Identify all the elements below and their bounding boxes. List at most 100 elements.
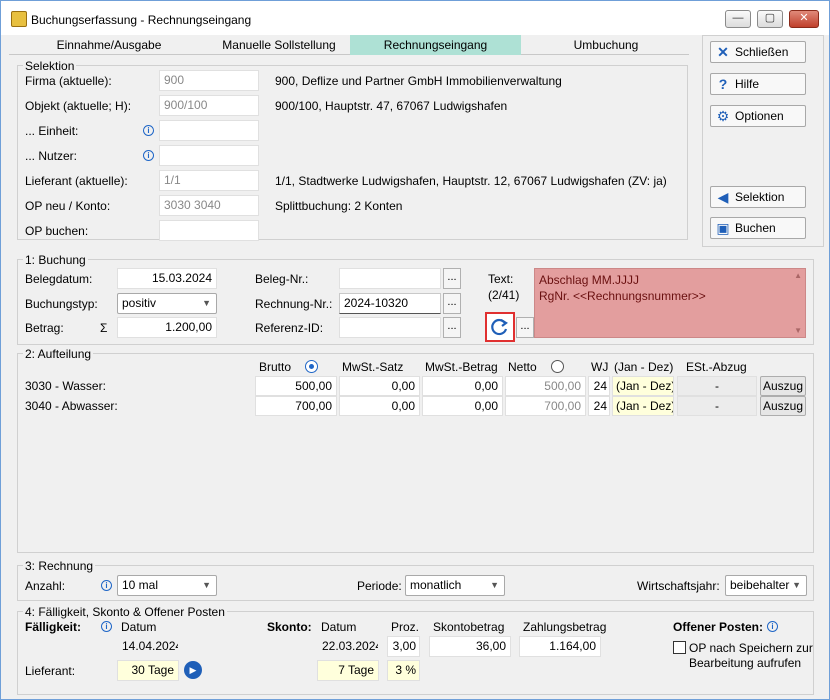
einheit-field[interactable]: [159, 120, 259, 141]
info-icon[interactable]: i: [767, 621, 778, 632]
tab-manuelle-sollstellung[interactable]: Manuelle Sollstellung: [209, 35, 349, 55]
aufteilung-row-2-betrag[interactable]: 0,00: [422, 396, 503, 416]
aufteilung-row-1-brutto[interactable]: 500,00: [255, 376, 337, 396]
firma-description: 900, Deflize und Partner GmbH Immobilien…: [275, 74, 562, 88]
side-panel: [702, 35, 824, 247]
betrag-label: Betrag:: [25, 321, 64, 335]
op-checkbox[interactable]: [673, 641, 686, 654]
auszug-button[interactable]: Auszug: [760, 396, 806, 416]
chevron-down-icon: ▼: [490, 580, 499, 590]
aufteilung-row-2-wj[interactable]: 24: [588, 396, 610, 416]
tab-einnahme-ausgabe[interactable]: Einnahme/Ausgabe: [9, 35, 209, 55]
tab-bar: Einnahme/Ausgabe Manuelle Sollstellung R…: [9, 35, 689, 55]
lieferant-tage-label: Lieferant:: [25, 664, 76, 678]
belegnr-field[interactable]: [339, 268, 441, 289]
firma-field[interactable]: 900: [159, 70, 259, 91]
play-icon[interactable]: ▶: [184, 661, 202, 679]
aufteilung-row-1-satz[interactable]: 0,00: [339, 376, 420, 396]
skonto-datum-field[interactable]: 22.03.2024: [317, 636, 379, 657]
close-icon: ✕: [717, 44, 729, 60]
save-icon: ▣: [716, 220, 730, 236]
wirtschaftsjahr-select[interactable]: beibehalter ▼: [725, 575, 807, 596]
refresh-button[interactable]: [485, 312, 515, 342]
info-icon[interactable]: i: [143, 125, 154, 136]
scroll-down-icon[interactable]: ▼: [794, 326, 802, 335]
refresh-icon: [491, 318, 508, 336]
text-line-2: RgNr. <<Rechnungsnummer>>: [539, 289, 706, 303]
op-konto-field[interactable]: 3030 3040: [159, 195, 259, 216]
aufteilung-row-1-netto[interactable]: 500,00: [505, 376, 586, 396]
skonto-tage-field[interactable]: 7 Tage: [317, 660, 379, 681]
anzahl-select[interactable]: 10 mal ▼: [117, 575, 217, 596]
wirtschaftsjahr-value: beibehalter: [730, 578, 790, 592]
lieferant-field[interactable]: 1/1: [159, 170, 259, 191]
buchungstyp-select[interactable]: positiv ▼: [117, 293, 217, 314]
main-window: Buchungserfassung - Rechnungseingang — ▢…: [0, 0, 830, 700]
help-button[interactable]: ? Hilfe: [710, 73, 806, 95]
tab-umbuchung[interactable]: Umbuchung: [521, 35, 691, 55]
referenz-browse-button[interactable]: ...: [443, 317, 461, 338]
belegdatum-field[interactable]: 15.03.2024: [117, 268, 217, 289]
nutzer-field[interactable]: [159, 145, 259, 166]
tab-rechnungseingang[interactable]: Rechnungseingang: [350, 35, 521, 55]
close-button[interactable]: ✕ Schließen: [710, 41, 806, 63]
aufteilung-row-1-period: (Jan - Dez): [612, 376, 674, 396]
rechnungsnr-browse-button[interactable]: ...: [443, 293, 461, 314]
aufteilung-row-2-netto[interactable]: 700,00: [505, 396, 586, 416]
aufteilung-row-1-betrag[interactable]: 0,00: [422, 376, 503, 396]
einheit-label: ... Einheit:: [25, 124, 79, 138]
info-icon[interactable]: i: [101, 580, 112, 591]
rechnungsnr-field[interactable]: 2024-10320: [339, 293, 441, 314]
scroll-up-icon[interactable]: ▲: [794, 271, 802, 280]
skonto-proz-field[interactable]: 3 %: [387, 660, 420, 681]
selection-button-label: Selektion: [735, 190, 785, 204]
op-konto-label: OP neu / Konto:: [25, 199, 111, 213]
help-icon: ?: [718, 76, 728, 92]
referenz-field[interactable]: [339, 317, 441, 338]
gear-icon: ⚙: [716, 108, 730, 124]
options-button[interactable]: ⚙ Optionen: [710, 105, 806, 127]
skontobetrag-label: Skontobetrag: [433, 620, 505, 634]
mwst-betrag-header: MwSt.-Betrag: [425, 360, 498, 374]
close-window-button[interactable]: ✕: [789, 10, 819, 28]
lieferant-tage-field[interactable]: 30 Tage: [117, 660, 179, 681]
op-buchen-field[interactable]: [159, 220, 259, 241]
zahlungsbetrag-field[interactable]: 1.164,00: [519, 636, 601, 657]
referenz-label: Referenz-ID:: [255, 321, 324, 335]
options-button-label: Optionen: [735, 109, 784, 123]
proz-field[interactable]: 3,00: [387, 636, 420, 657]
betrag-field[interactable]: 1.200,00: [117, 317, 217, 338]
brutto-radio[interactable]: [305, 360, 318, 373]
faelligkeit-label: Fälligkeit:: [25, 620, 82, 634]
selection-button[interactable]: ◀ Selektion: [710, 186, 806, 208]
objekt-label: Objekt (aktuelle; H):: [25, 99, 132, 113]
belegnr-browse-button[interactable]: ...: [443, 268, 461, 289]
book-button[interactable]: ▣ Buchen: [710, 217, 806, 239]
aufteilung-row-2-brutto[interactable]: 700,00: [255, 396, 337, 416]
faelligkeit-datum-field[interactable]: 14.04.2024: [117, 636, 179, 657]
aufteilung-row-1-wj[interactable]: 24: [588, 376, 610, 396]
aufteilung-row-2-satz[interactable]: 0,00: [339, 396, 420, 416]
zahlungsbetrag-label: Zahlungsbetrag: [523, 620, 607, 634]
book-button-label: Buchen: [735, 221, 776, 235]
app-icon: [11, 11, 27, 27]
nutzer-label: ... Nutzer:: [25, 149, 78, 163]
op-checkbox-label-1: OP nach Speichern zur: [689, 641, 813, 655]
periode-select[interactable]: monatlich ▼: [405, 575, 505, 596]
selection-group-title: Selektion: [23, 59, 77, 73]
faelligkeit-group-title: 4: Fälligkeit, Skonto & Offener Posten: [23, 605, 227, 619]
text-counter: (2/41): [488, 288, 520, 302]
netto-radio[interactable]: [551, 360, 564, 373]
auszug-button[interactable]: Auszug: [760, 376, 806, 396]
minimize-button[interactable]: —: [725, 10, 751, 28]
maximize-button[interactable]: ▢: [757, 10, 783, 28]
text-area[interactable]: Abschlag MM.JJJJ RgNr. <<Rechnungsnummer…: [534, 268, 806, 338]
text-browse-button[interactable]: ...: [516, 317, 534, 338]
skontobetrag-field[interactable]: 36,00: [429, 636, 511, 657]
op-checkbox-label-2: Bearbeitung aufrufen: [689, 656, 802, 670]
objekt-field[interactable]: 900/100: [159, 95, 259, 116]
info-icon[interactable]: i: [143, 150, 154, 161]
proz-label: Proz.: [391, 620, 420, 634]
info-icon[interactable]: i: [101, 621, 112, 632]
anzahl-label: Anzahl:: [25, 579, 66, 593]
